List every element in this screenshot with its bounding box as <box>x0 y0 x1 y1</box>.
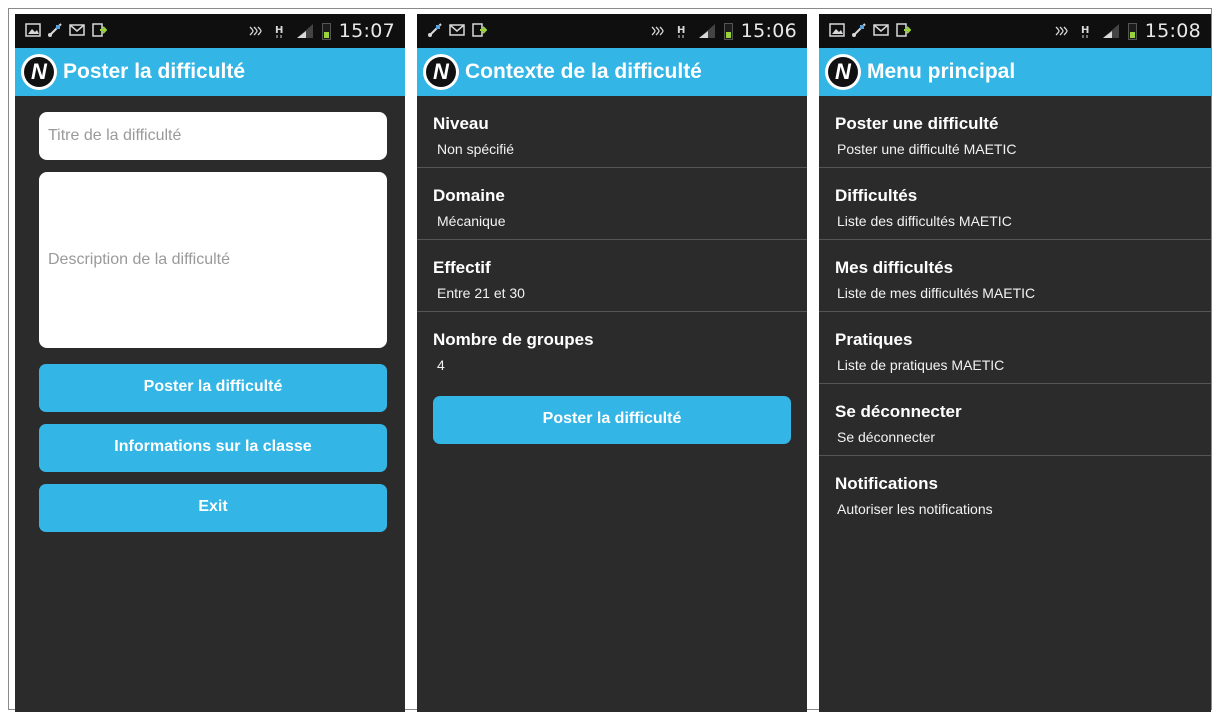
gallery-icon <box>25 22 41 38</box>
network-h-icon: H <box>272 23 288 39</box>
menu-item-title: Se déconnecter <box>835 402 962 421</box>
nfc-icon <box>1054 23 1070 39</box>
menu-item-subtitle: Poster une difficulté MAETIC <box>837 141 1017 157</box>
app-logo[interactable]: N <box>423 54 459 90</box>
page-title: Menu principal <box>867 60 1016 83</box>
menu-item-title: Notifications <box>835 474 938 493</box>
action-bar: N Poster la difficulté <box>15 48 405 96</box>
signal-icon <box>698 23 716 39</box>
status-time: 15:08 <box>1144 20 1201 42</box>
context-item-effectif[interactable]: Effectif Entre 21 et 30 <box>417 240 807 312</box>
phone-screen-post-difficulty: H 15:07 N Poster la difficulté Titre de … <box>15 14 405 712</box>
app-logo-letter: N <box>426 57 456 87</box>
app-logo-letter: N <box>24 57 54 87</box>
menu-item-practices[interactable]: Pratiques Liste de pratiques MAETIC <box>819 312 1211 384</box>
context-item-title: Nombre de groupes <box>433 330 594 349</box>
context-item-value: Non spécifié <box>437 141 515 157</box>
status-bar: H 15:08 <box>819 14 1211 48</box>
download-icon <box>895 22 911 38</box>
network-h-icon: H <box>1078 23 1094 39</box>
status-bar: H 15:07 <box>15 14 405 48</box>
battery-icon <box>723 22 733 40</box>
menu-item-subtitle: Autoriser les notifications <box>837 501 993 517</box>
battery-icon <box>321 22 331 40</box>
usb-icon <box>851 22 867 38</box>
battery-icon <box>1127 22 1137 40</box>
context-item-value: Mécanique <box>437 213 506 229</box>
post-difficulty-button[interactable]: Poster la difficulté <box>39 364 387 412</box>
context-item-value: Entre 21 et 30 <box>437 285 525 301</box>
usb-icon <box>47 22 63 38</box>
difficulty-title-input[interactable]: Titre de la difficulté <box>39 112 387 160</box>
menu-item-notifications[interactable]: Notifications Autoriser les notification… <box>819 456 1211 528</box>
status-bar: H 15:06 <box>417 14 807 48</box>
usb-icon <box>427 22 443 38</box>
download-icon <box>471 22 487 38</box>
svg-text:H: H <box>677 25 685 36</box>
menu-item-subtitle: Liste de mes difficultés MAETIC <box>837 285 1036 301</box>
svg-text:H: H <box>275 25 283 36</box>
context-item-niveau[interactable]: Niveau Non spécifié <box>417 96 807 168</box>
menu-item-title: Difficultés <box>835 186 918 205</box>
action-bar: N Contexte de la difficulté <box>417 48 807 96</box>
app-logo[interactable]: N <box>21 54 57 90</box>
context-item-value: 4 <box>437 357 445 373</box>
signal-icon <box>1102 23 1120 39</box>
page-title: Contexte de la difficulté <box>465 60 702 83</box>
menu-item-title: Poster une difficulté <box>835 114 999 133</box>
action-bar: N Menu principal <box>819 48 1211 96</box>
app-logo[interactable]: N <box>825 54 861 90</box>
context-item-nombre-groupes[interactable]: Nombre de groupes 4 <box>417 312 807 384</box>
menu-item-subtitle: Liste de pratiques MAETIC <box>837 357 1005 373</box>
phone-screen-main-menu: H 15:08 N Menu principal Poster une diff… <box>819 14 1211 712</box>
menu-item-subtitle: Liste des difficultés MAETIC <box>837 213 1012 229</box>
context-item-domaine[interactable]: Domaine Mécanique <box>417 168 807 240</box>
phone-screen-difficulty-context: H 15:06 N Contexte de la difficulté Nive… <box>417 14 807 712</box>
app-logo-letter: N <box>828 57 858 87</box>
difficulty-description-input[interactable]: Description de la difficulté <box>39 172 387 348</box>
nfc-icon <box>248 23 264 39</box>
svg-text:H: H <box>1081 25 1089 36</box>
class-info-button[interactable]: Informations sur la classe <box>39 424 387 472</box>
context-item-title: Niveau <box>433 114 489 133</box>
menu-item-my-difficulties[interactable]: Mes difficultés Liste de mes difficultés… <box>819 240 1211 312</box>
post-difficulty-button[interactable]: Poster la difficulté <box>433 396 791 444</box>
menu-item-difficulties[interactable]: Difficultés Liste des difficultés MAETIC <box>819 168 1211 240</box>
gmail-icon <box>873 22 889 38</box>
menu-item-title: Mes difficultés <box>835 258 954 277</box>
menu-item-logout[interactable]: Se déconnecter Se déconnecter <box>819 384 1211 456</box>
exit-button[interactable]: Exit <box>39 484 387 532</box>
menu-item-title: Pratiques <box>835 330 913 349</box>
gmail-icon <box>449 22 465 38</box>
description-placeholder: Description de la difficulté <box>48 251 231 268</box>
context-item-title: Domaine <box>433 186 505 205</box>
signal-icon <box>296 23 314 39</box>
gmail-icon <box>69 22 85 38</box>
network-h-icon: H <box>674 23 690 39</box>
nfc-icon <box>650 23 666 39</box>
menu-item-post-difficulty[interactable]: Poster une difficulté Poster une difficu… <box>819 96 1211 168</box>
context-item-title: Effectif <box>433 258 491 277</box>
page-title: Poster la difficulté <box>63 60 246 83</box>
menu-item-subtitle: Se déconnecter <box>837 429 936 445</box>
gallery-icon <box>829 22 845 38</box>
status-time: 15:06 <box>740 20 797 42</box>
status-time: 15:07 <box>338 20 395 42</box>
download-icon <box>91 22 107 38</box>
